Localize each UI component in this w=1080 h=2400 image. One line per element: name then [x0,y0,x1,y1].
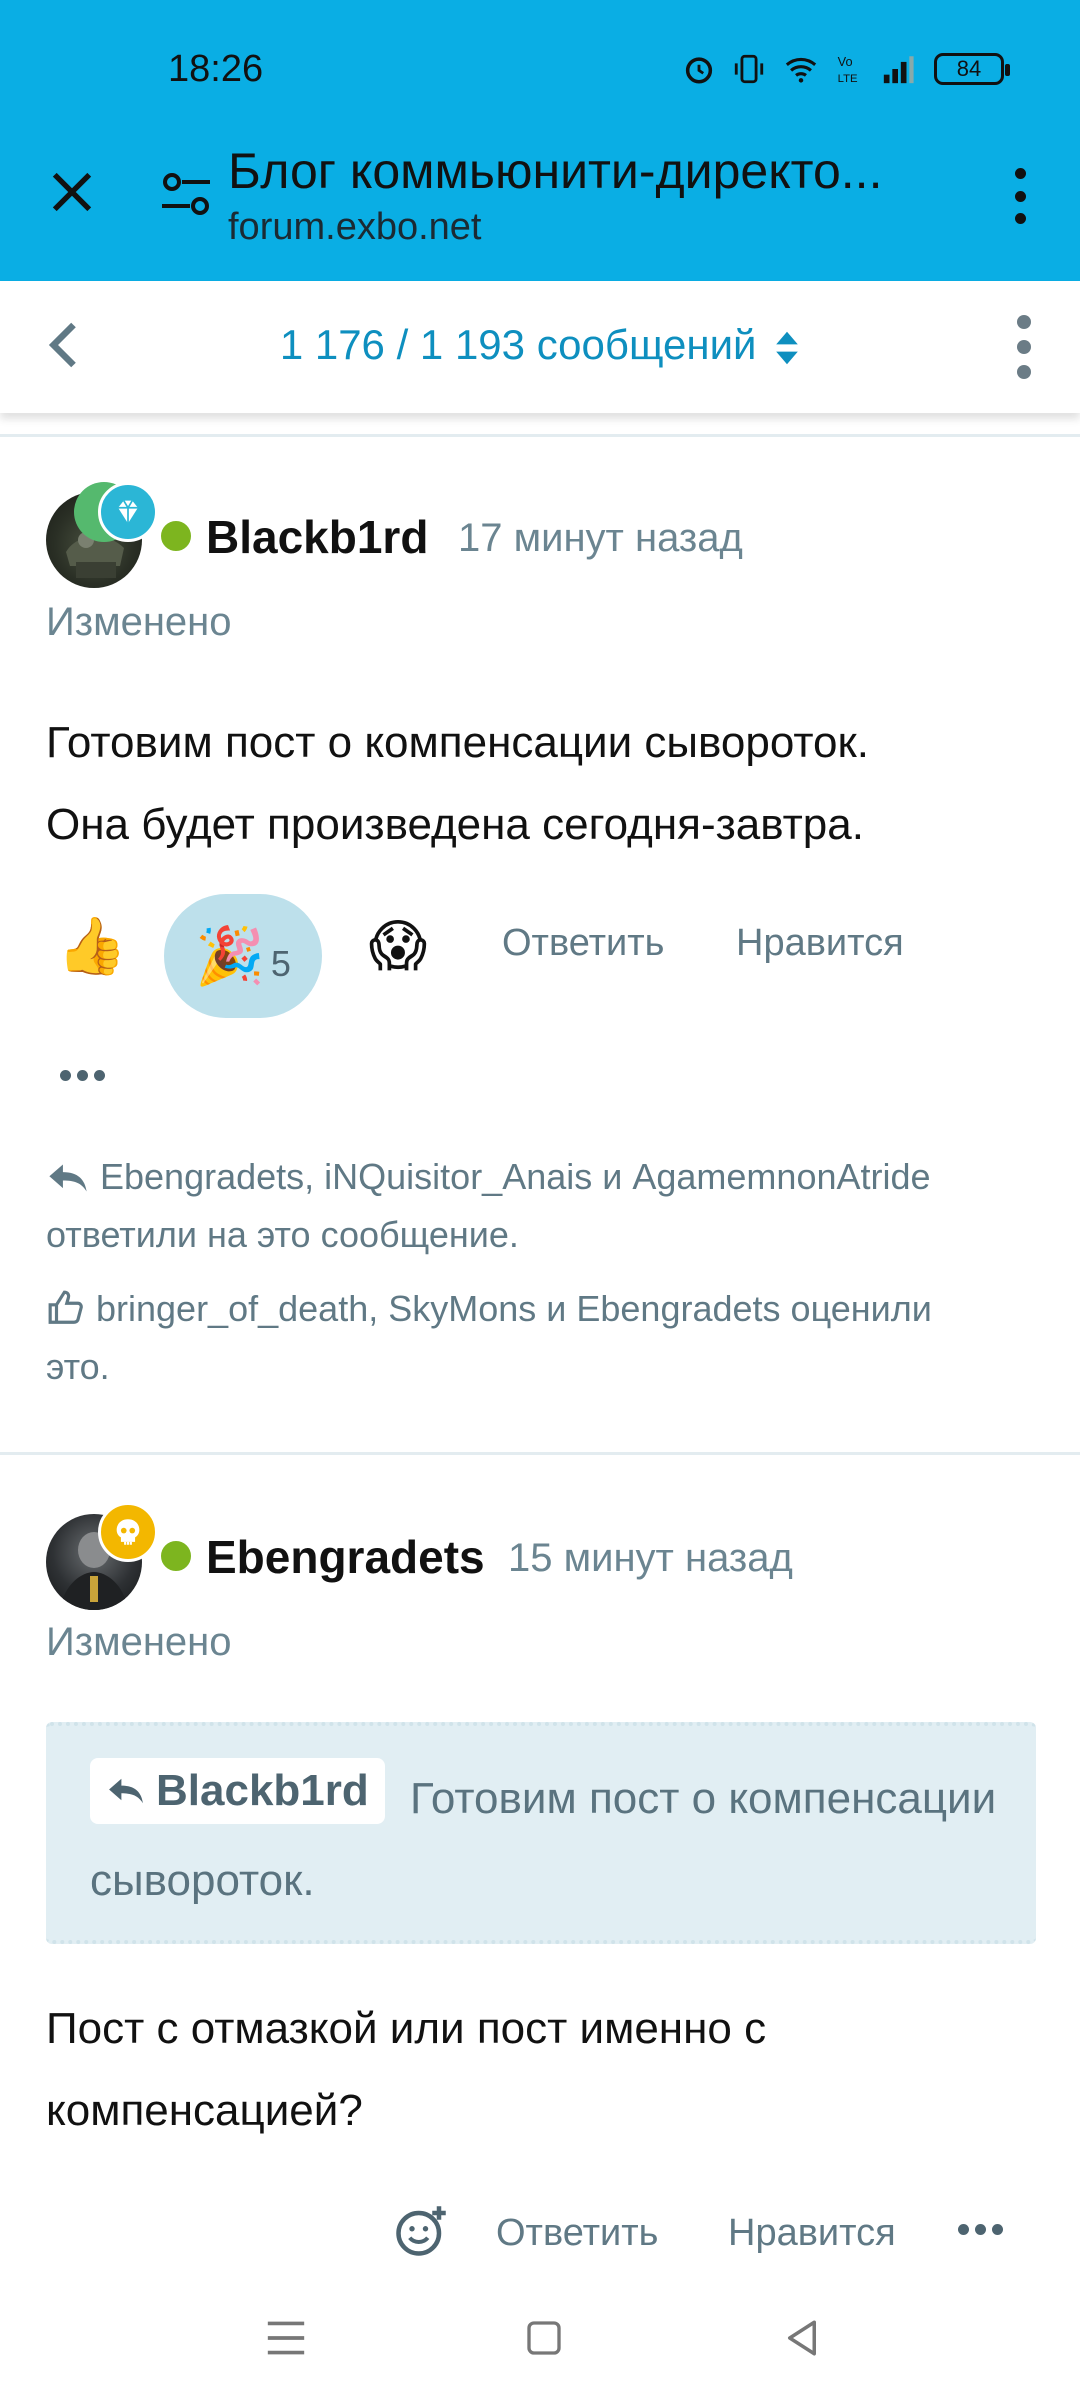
quote-author: Blackb1rd [156,1766,369,1815]
post-text-line: компенсацией? [46,2086,363,2135]
reaction-count: 5 [270,943,291,984]
thumbs-up-emoji: 👍 [57,914,127,977]
post-divider [0,1452,1080,1455]
edited-label[interactable]: Изменено [46,1620,232,1665]
like-button[interactable]: Нравится [728,2212,896,2255]
post-author[interactable]: Ebengradets [206,1530,485,1584]
topic-progress[interactable]: 1 176 / 1 193 сообщений [0,321,1080,369]
wifi-icon [785,57,817,83]
page-url[interactable]: forum.exbo.net [228,206,481,249]
status-time: 18:26 [168,48,264,90]
reaction-scream[interactable]: 😱 [358,906,438,986]
post-text-line: Готовим пост о компенсации сывороток. [46,718,869,767]
reply-button[interactable]: Ответить [502,922,664,965]
post-time[interactable]: 17 минут назад [458,516,743,561]
diamond-icon [118,500,138,524]
home-button[interactable] [516,2310,572,2366]
reaction-party[interactable]: 🎉 5 [164,894,322,1018]
page-info-button[interactable] [158,166,214,222]
online-indicator [158,1538,194,1574]
page-title: Блог коммьюнити-директо... [228,143,883,199]
replied-suffix: ответили на это сообщение. [46,1214,519,1255]
more-actions-button[interactable] [60,1070,105,1081]
like-button[interactable]: Нравится [736,922,904,965]
vibrate-icon [734,54,764,84]
liked-users: bringer_of_death, SkyMons и Ebengradets [96,1288,781,1329]
volte-icon: Vo LTE [838,54,858,85]
quote-block[interactable]: Готовим пост о компенсации сывороток. Bl… [46,1722,1036,1944]
sort-updown-icon [776,331,798,365]
diamond-badge [98,482,158,542]
tune-icon [162,173,210,215]
post-body: Пост с отмазкой или пост именно с компен… [46,1988,1046,2152]
signal-icon [883,56,914,84]
edited-label[interactable]: Изменено [46,600,232,645]
status-icons: Vo LTE 84 [682,52,1010,86]
add-reaction-button[interactable] [394,2204,448,2263]
online-indicator [158,518,194,554]
post-text-line: Пост с отмазкой или пост именно с [46,2004,767,2053]
post-author[interactable]: Blackb1rd [206,510,428,564]
more-actions-button[interactable] [958,2224,1003,2235]
smiley-add-icon [396,2206,446,2256]
reply-button[interactable]: Ответить [496,2212,658,2255]
quote-author-chip[interactable]: Blackb1rd [90,1758,385,1824]
close-tab-button[interactable] [40,160,104,224]
scream-emoji: 😱 [368,914,428,977]
recent-apps-button[interactable] [258,2310,314,2366]
svg-text:LTE: LTE [838,73,858,85]
reply-icon [109,1778,143,1804]
battery-indicator: 84 [934,53,1010,85]
topic-navigation-bar: 1 176 / 1 193 сообщений [0,281,1080,413]
svg-text:Vo: Vo [838,54,853,69]
liked-suffix: оценили [790,1288,932,1329]
liked-suffix-2: это. [46,1346,110,1387]
divider [0,434,1080,437]
post-time[interactable]: 15 минут назад [508,1536,793,1581]
reply-icon [49,1164,87,1192]
skull-badge [98,1502,158,1562]
skull-icon [116,1519,140,1545]
topic-menu-button[interactable] [1012,315,1036,379]
home-square-icon [527,2321,561,2355]
party-emoji: 🎉 [195,924,265,987]
post-text-line: Она будет произведена сегодня-завтра. [46,800,864,849]
topic-progress-label: 1 176 / 1 193 сообщений [279,321,757,368]
replied-users: Ebengradets, iNQuisitor_Anais и Agamemno… [100,1156,931,1197]
replies-info[interactable]: Ebengradets, iNQuisitor_Anais и Agamemno… [46,1148,1046,1264]
system-navigation-bar [0,2266,1080,2400]
browser-menu-button[interactable] [1004,168,1036,224]
browser-toolbar: 18:26 Vo LTE 84 Блог коммьюнити-директо..… [0,0,1080,281]
thumbs-up-outline-icon [48,1290,83,1324]
back-triangle-icon [788,2320,816,2356]
menu-icon [267,2321,305,2355]
post-body: Готовим пост о компенсации сывороток. Он… [46,702,1046,866]
likes-info[interactable]: bringer_of_death, SkyMons и Ebengradets … [46,1280,1046,1396]
system-back-button[interactable] [774,2310,830,2366]
alarm-icon [685,57,713,84]
close-icon [52,172,92,212]
reaction-thumbs-up[interactable]: 👍 [52,906,132,986]
